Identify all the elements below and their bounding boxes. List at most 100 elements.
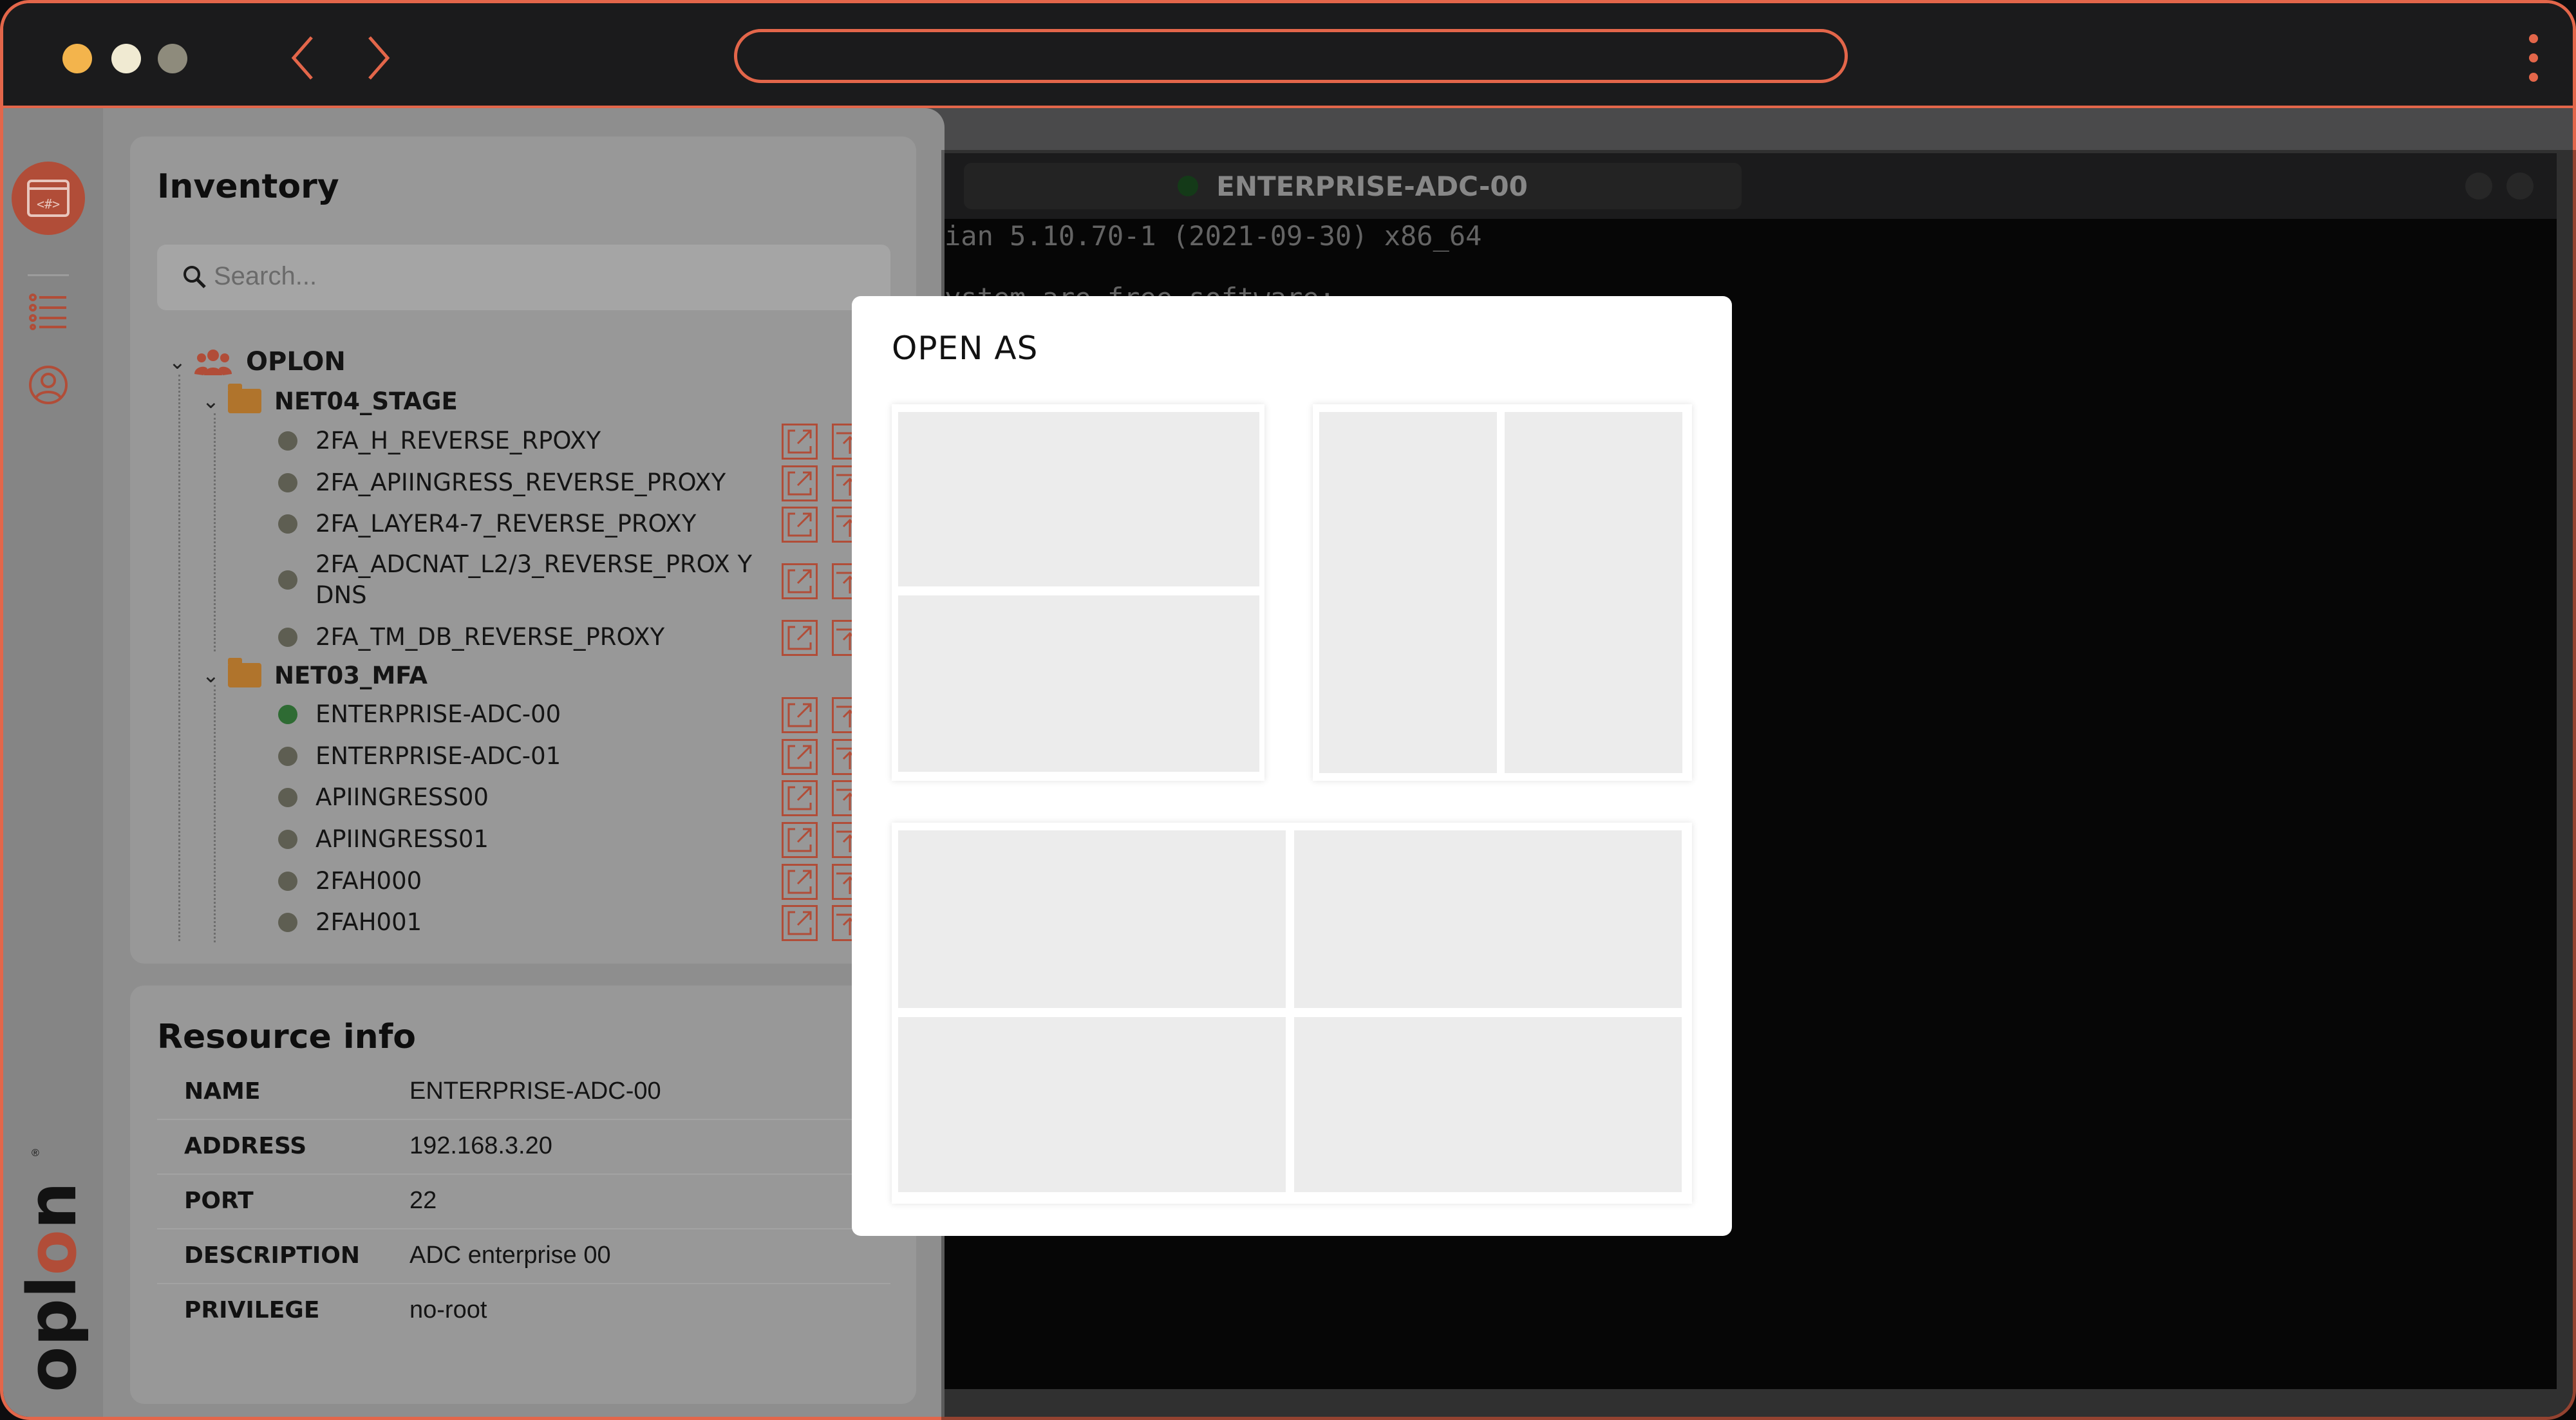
search-input[interactable]: Search...: [157, 245, 890, 310]
item-label: ENTERPRISE-ADC-01: [315, 742, 561, 770]
maximize-window-button[interactable]: [158, 44, 187, 73]
oplon-logo: oplon ®: [13, 1144, 91, 1402]
close-window-button[interactable]: [62, 44, 92, 73]
side-rail: <#> oplon ®: [3, 108, 103, 1417]
logo-mark: ®: [32, 1148, 39, 1159]
list-item[interactable]: 2FA_LAYER4-7_REVERSE_PROXY: [278, 504, 753, 544]
terminal-header: ENTERPRISE-ADC-00: [945, 153, 2557, 219]
item-label: 2FA_TM_DB_REVERSE_PROXY: [315, 623, 665, 651]
info-row: DESCRIPTION ADC enterprise 00: [157, 1228, 890, 1284]
rail-divider: [28, 274, 69, 276]
open-external-icon[interactable]: [782, 739, 818, 775]
refresh-icon[interactable]: [2465, 173, 2492, 200]
info-value: ENTERPRISE-ADC-00: [409, 1078, 661, 1105]
list-item[interactable]: ENTERPRISE-ADC-00: [278, 695, 753, 734]
kebab-menu-icon[interactable]: [2524, 34, 2543, 83]
chevron-right-icon: [368, 36, 390, 80]
status-dot: [278, 473, 297, 492]
tree-group-net03[interactable]: ⌄ NET03_MFA: [202, 656, 428, 695]
layout-pane: [898, 595, 1259, 772]
list-item[interactable]: ENTERPRISE-ADC-01: [278, 736, 753, 776]
info-key: PORT: [184, 1188, 254, 1214]
item-label: ENTERPRISE-ADC-00: [315, 700, 561, 728]
status-dot: [278, 913, 297, 932]
title-bar: [3, 3, 2573, 108]
layout-option-four-grid[interactable]: [892, 823, 1692, 1204]
terminal-app-icon[interactable]: <#>: [12, 162, 85, 235]
group-label: NET03_MFA: [274, 661, 428, 689]
layout-pane: [898, 412, 1259, 586]
address-bar[interactable]: [734, 29, 1848, 83]
svg-text:<#>: <#>: [37, 196, 60, 212]
open-external-icon[interactable]: [782, 620, 818, 656]
list-item[interactable]: 2FA_TM_DB_REVERSE_PROXY: [278, 617, 753, 657]
open-external-icon[interactable]: [782, 563, 818, 599]
item-label: 2FA_ADCNAT_L2/3_REVERSE_PROX Y DNS: [315, 550, 753, 609]
inventory-card: Inventory Search... ⌄ OPLON ⌄ NET04_STAG…: [130, 136, 916, 964]
info-key: PRIVILEGE: [184, 1297, 320, 1323]
open-external-icon[interactable]: [782, 822, 818, 858]
item-label: 2FA_LAYER4-7_REVERSE_PROXY: [315, 510, 697, 537]
info-key: DESCRIPTION: [184, 1242, 361, 1269]
chevron-down-icon[interactable]: ⌄: [202, 389, 228, 413]
close-icon[interactable]: [2506, 173, 2534, 200]
info-row: ADDRESS 192.168.3.20: [157, 1119, 890, 1175]
item-label: 2FAH000: [315, 867, 422, 895]
list-item[interactable]: 2FAH001: [278, 902, 753, 942]
info-value: 192.168.3.20: [409, 1132, 552, 1159]
layout-pane: [1294, 1017, 1682, 1192]
tree-guide: [214, 413, 216, 651]
svg-text:oplon: oplon: [17, 1182, 88, 1392]
info-key: ADDRESS: [184, 1133, 307, 1159]
item-label: 2FA_APIINGRESS_REVERSE_PROXY: [315, 469, 726, 496]
open-as-dialog: OPEN AS: [852, 296, 1732, 1236]
resource-info-title: Resource info: [157, 1018, 417, 1056]
layout-option-two-horizontal[interactable]: [892, 404, 1264, 781]
open-external-icon[interactable]: [782, 780, 818, 816]
list-item[interactable]: 2FA_ADCNAT_L2/3_REVERSE_PROX Y DNS: [278, 545, 766, 615]
minimize-window-button[interactable]: [111, 44, 141, 73]
open-external-icon[interactable]: [782, 864, 818, 900]
item-label: 2FAH001: [315, 908, 422, 936]
item-label: 2FA_H_REVERSE_RPOXY: [315, 427, 601, 454]
open-external-icon[interactable]: [782, 697, 818, 733]
status-dot: [278, 628, 297, 647]
chevron-down-icon[interactable]: ⌄: [202, 663, 228, 687]
status-dot: [1178, 176, 1199, 196]
list-item[interactable]: 2FA_APIINGRESS_REVERSE_PROXY: [278, 463, 753, 503]
tree-group-net04[interactable]: ⌄ NET04_STAGE: [202, 382, 458, 420]
item-label: APIINGRESS00: [315, 783, 489, 811]
layout-option-two-vertical[interactable]: [1313, 404, 1692, 781]
open-external-icon[interactable]: [782, 905, 818, 941]
chevron-left-icon: [291, 36, 313, 80]
tree-guide: [178, 375, 180, 941]
list-item[interactable]: 2FA_H_REVERSE_RPOXY: [278, 421, 753, 461]
layout-pane: [1505, 412, 1682, 773]
list-item[interactable]: 2FAH000: [278, 861, 753, 901]
chevron-down-icon[interactable]: ⌄: [169, 350, 194, 374]
search-placeholder: Search...: [214, 262, 317, 290]
resource-info-card: Resource info NAME ENTERPRISE-ADC-00 ADDR…: [130, 986, 916, 1404]
open-external-icon[interactable]: [782, 507, 818, 543]
back-button[interactable]: [285, 32, 323, 84]
list-item[interactable]: APIINGRESS00: [278, 778, 753, 817]
terminal-line: ian 5.10.70-1 (2021-09-30) x86_64: [945, 220, 1482, 252]
user-icon[interactable]: [28, 364, 69, 406]
list-item[interactable]: APIINGRESS01: [278, 819, 753, 859]
status-dot: [278, 431, 297, 451]
list-icon[interactable]: [28, 290, 69, 331]
item-label: APIINGRESS01: [315, 825, 489, 853]
terminal-tab[interactable]: ENTERPRISE-ADC-00: [964, 163, 1742, 209]
tree-node-root[interactable]: ⌄ OPLON: [169, 342, 346, 381]
group-icon: [194, 350, 232, 375]
forward-button[interactable]: [358, 32, 397, 84]
tree-node-label: OPLON: [246, 347, 346, 377]
info-value: no-root: [409, 1296, 487, 1323]
open-external-icon[interactable]: [782, 424, 818, 460]
inventory-title: Inventory: [157, 167, 339, 206]
status-dot: [278, 872, 297, 891]
terminal-tab-title: ENTERPRISE-ADC-00: [1216, 170, 1528, 202]
info-value: ADC enterprise 00: [409, 1242, 611, 1269]
group-label: NET04_STAGE: [274, 387, 458, 415]
open-external-icon[interactable]: [782, 465, 818, 501]
